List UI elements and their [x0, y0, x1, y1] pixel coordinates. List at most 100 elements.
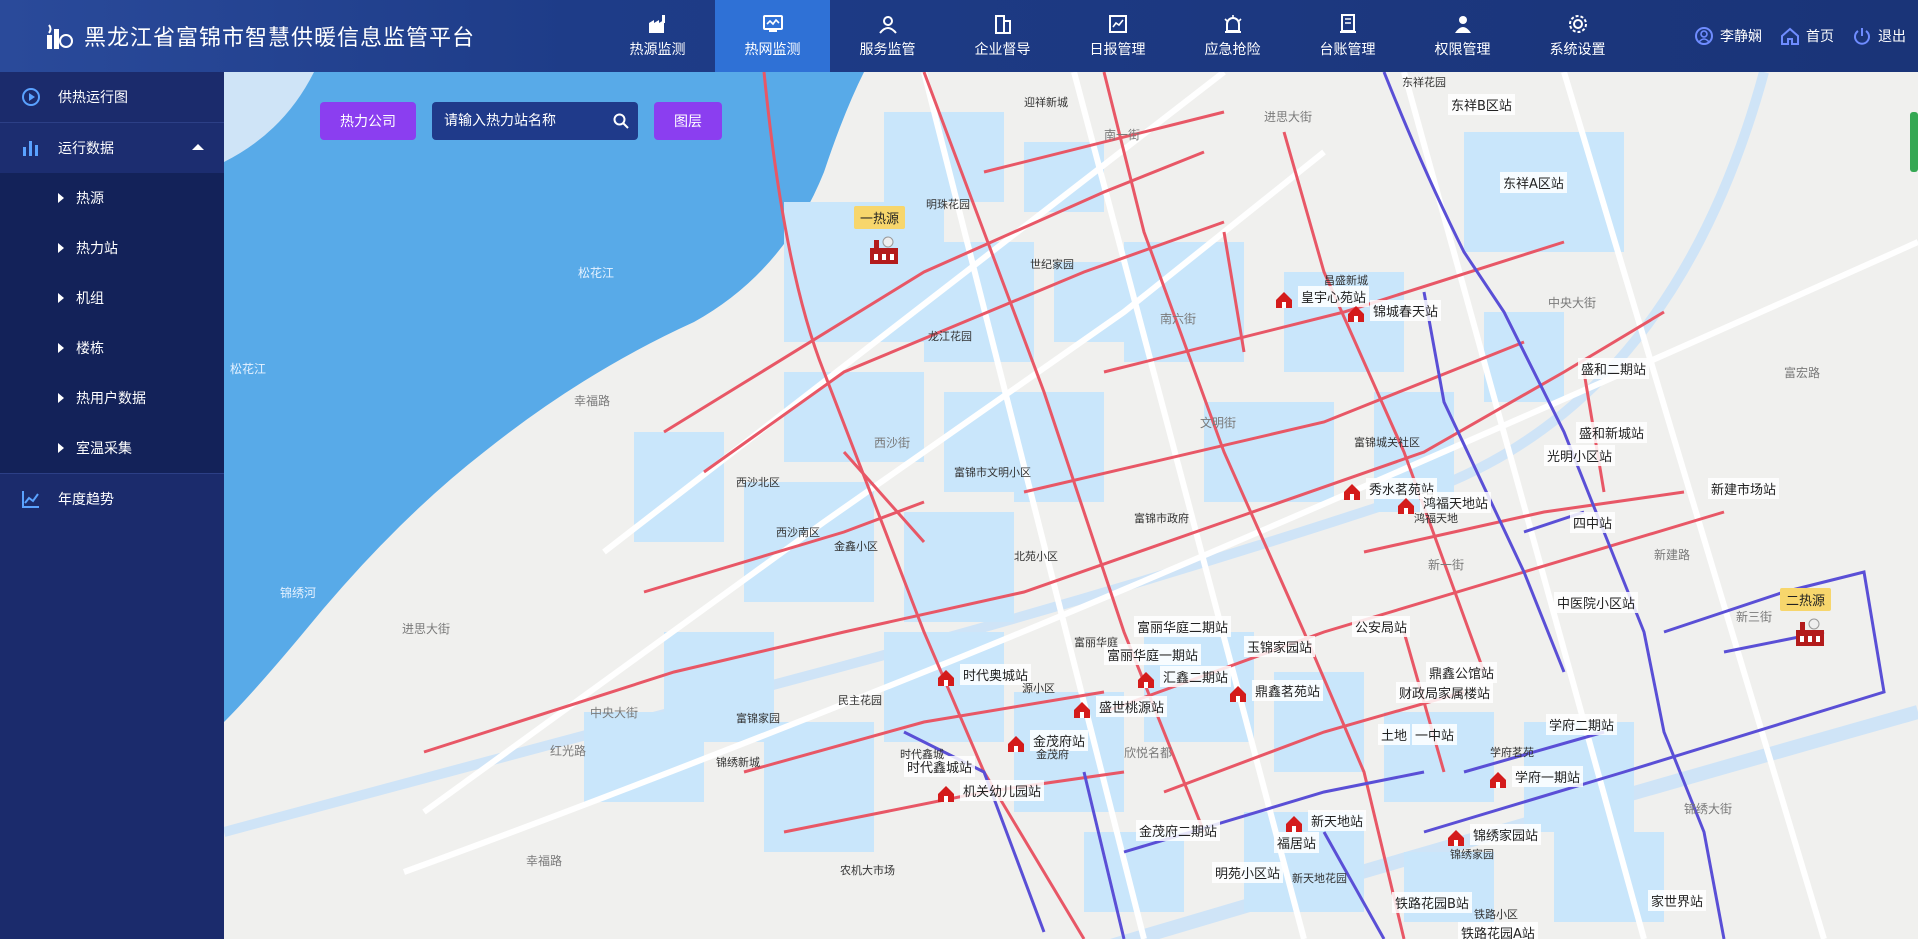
station-label[interactable]: 机关幼儿园站 [960, 780, 1045, 801]
home-link[interactable]: 首页 [1780, 26, 1834, 46]
station-label[interactable]: 光明小区站 [1544, 445, 1616, 466]
poi-label[interactable]: 欣悦名都 [1124, 744, 1172, 761]
station-label[interactable]: 盛和二期站 [1578, 358, 1650, 379]
poi-label[interactable]: 东祥花园 [1402, 74, 1446, 90]
poi-label[interactable]: 北苑小区 [1014, 548, 1058, 564]
station-label[interactable]: 财政局家属楼站 [1396, 682, 1494, 703]
station-label[interactable]: 新建市场站 [1708, 478, 1780, 499]
heat-source-factory-icon[interactable] [1792, 616, 1828, 648]
sub-item-room-temp[interactable]: 室温采集 [0, 423, 224, 473]
poi-label[interactable]: 西沙南区 [776, 524, 820, 540]
station-label[interactable]: 锦城春天站 [1370, 300, 1442, 321]
poi-label[interactable]: 金鑫小区 [834, 538, 878, 554]
nav-heat-network[interactable]: 热网监测 [715, 0, 830, 72]
station-label[interactable]: 一中站 [1412, 724, 1458, 745]
heat-source-factory-icon[interactable] [866, 234, 902, 266]
poi-label[interactable]: 富锦市政府 [1134, 510, 1189, 526]
station-red-house-icon[interactable] [1136, 670, 1156, 690]
station-red-house-icon[interactable] [1006, 734, 1026, 754]
station-label[interactable]: 盛世桃源站 [1096, 696, 1168, 717]
poi-label[interactable]: 新天地花园 [1292, 870, 1347, 886]
layer-button[interactable]: 图层 [654, 102, 722, 140]
sub-item-user-data[interactable]: 热用户数据 [0, 373, 224, 423]
station-label[interactable]: 明苑小区站 [1212, 862, 1284, 883]
station-red-house-icon[interactable] [1284, 814, 1304, 834]
poi-label[interactable]: 富锦市文明小区 [954, 464, 1031, 480]
caret-up-icon[interactable] [192, 144, 204, 150]
poi-label[interactable]: 富锦城关社区 [1354, 434, 1420, 450]
station-label[interactable]: 公安局站 [1352, 616, 1411, 637]
station-label[interactable]: 土地 [1378, 724, 1411, 745]
station-label[interactable]: 东祥A区站 [1500, 172, 1567, 193]
poi-label[interactable]: 鸿福天地 [1414, 510, 1458, 526]
station-label[interactable]: 四中站 [1570, 512, 1616, 533]
station-label[interactable]: 汇鑫二期站 [1160, 666, 1232, 687]
poi-label[interactable]: 锦绣家园 [1450, 846, 1494, 862]
map-canvas[interactable]: 热力公司 图层 一热源 二热源 东祥B区站 东祥A区站 盛和二期站 盛和新城站 … [224, 72, 1918, 939]
station-label[interactable]: 盛和新城站 [1576, 422, 1648, 443]
station-label[interactable]: 学府二期站 [1546, 714, 1618, 735]
nav-service[interactable]: 服务监管 [830, 0, 945, 72]
sidebar-item-annual-trend[interactable]: 年度趋势 [0, 474, 224, 524]
station-label[interactable]: 富丽华庭二期站 [1134, 616, 1232, 637]
station-label[interactable]: 中医院小区站 [1554, 592, 1639, 613]
poi-label[interactable]: 明珠花园 [926, 196, 970, 212]
station-label[interactable]: 东祥B区站 [1448, 94, 1515, 115]
station-red-house-icon[interactable] [1342, 482, 1362, 502]
station-label[interactable]: 锦绣家园站 [1470, 824, 1542, 845]
station-label[interactable]: 学府一期站 [1512, 766, 1584, 787]
nav-permission[interactable]: 权限管理 [1405, 0, 1520, 72]
poi-label[interactable]: 民主花园 [838, 692, 882, 708]
poi-label[interactable]: 锦绣新城 [716, 754, 760, 770]
logout-button[interactable]: 退出 [1852, 26, 1906, 46]
search-icon[interactable] [612, 112, 630, 130]
sidebar-item-heating-map[interactable]: 供热运行图 [0, 72, 224, 122]
poi-label[interactable]: 农机大市场 [840, 862, 895, 878]
poi-label[interactable]: 迎祥新城 [1024, 94, 1068, 110]
station-search-input[interactable] [442, 112, 606, 130]
nav-daily-report[interactable]: 日报管理 [1060, 0, 1175, 72]
station-label[interactable]: 福居站 [1274, 832, 1320, 853]
station-red-house-icon[interactable] [1346, 304, 1366, 324]
poi-label[interactable]: 时代鑫城 [900, 746, 944, 762]
station-label[interactable]: 铁路花园B站 [1392, 892, 1472, 913]
poi-label[interactable]: 金茂府 [1036, 746, 1069, 762]
station-red-house-icon[interactable] [1446, 828, 1466, 848]
sub-item-heat-station[interactable]: 热力站 [0, 223, 224, 273]
poi-label[interactable]: 铁路小区 [1474, 906, 1518, 922]
poi-label[interactable]: 世纪家园 [1030, 256, 1074, 272]
nav-settings[interactable]: 系统设置 [1520, 0, 1635, 72]
station-red-house-icon[interactable] [936, 668, 956, 688]
poi-label[interactable]: 富丽华庭 [1074, 634, 1118, 650]
station-red-house-icon[interactable] [1396, 496, 1416, 516]
station-label[interactable]: 家世界站 [1648, 890, 1707, 911]
sub-item-heat-source[interactable]: 热源 [0, 173, 224, 223]
heat-company-button[interactable]: 热力公司 [320, 102, 416, 140]
station-red-house-icon[interactable] [1072, 700, 1092, 720]
station-red-house-icon[interactable] [1228, 684, 1248, 704]
station-red-house-icon[interactable] [1274, 290, 1294, 310]
station-label[interactable]: 时代奥城站 [960, 664, 1032, 685]
station-label[interactable]: 鼎鑫公馆站 [1426, 662, 1498, 683]
sidebar-item-operation-data[interactable]: 运行数据 [0, 123, 224, 173]
station-label[interactable]: 鼎鑫茗苑站 [1252, 680, 1324, 701]
poi-label[interactable]: 昌盛新城 [1324, 272, 1368, 288]
poi-label[interactable]: 西沙北区 [736, 474, 780, 490]
nav-heat-source[interactable]: 热源监测 [600, 0, 715, 72]
station-red-house-icon[interactable] [936, 784, 956, 804]
station-label[interactable]: 铁路花园A站 [1458, 922, 1538, 939]
station-label[interactable]: 金茂府二期站 [1136, 820, 1221, 841]
user-profile[interactable]: 李静娴 [1694, 26, 1762, 46]
station-label[interactable]: 富丽华庭一期站 [1104, 644, 1202, 665]
sub-item-unit[interactable]: 机组 [0, 273, 224, 323]
nav-emergency[interactable]: 应急抢险 [1175, 0, 1290, 72]
sub-item-building[interactable]: 楼栋 [0, 323, 224, 373]
poi-label[interactable]: 学府茗苑 [1490, 744, 1534, 760]
nav-enterprise[interactable]: 企业督导 [945, 0, 1060, 72]
poi-label[interactable]: 源小区 [1022, 680, 1055, 696]
nav-ledger[interactable]: 台账管理 [1290, 0, 1405, 72]
station-label[interactable]: 玉锦家园站 [1244, 636, 1316, 657]
poi-label[interactable]: 富锦家园 [736, 710, 780, 726]
poi-label[interactable]: 龙江花园 [928, 328, 972, 344]
station-red-house-icon[interactable] [1488, 770, 1508, 790]
